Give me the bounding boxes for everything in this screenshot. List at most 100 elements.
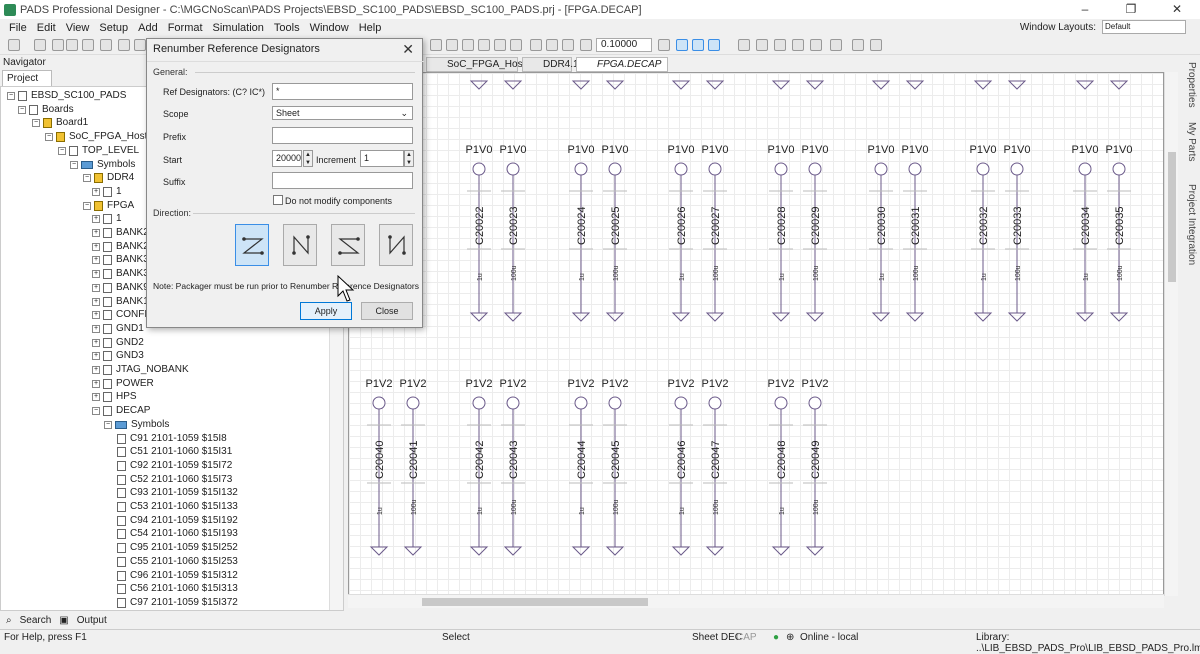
- toolbar-button[interactable]: [708, 39, 720, 51]
- toolbar-button[interactable]: [118, 39, 130, 51]
- tree-item[interactable]: + BANK3_: [92, 253, 154, 267]
- project-integration-tab[interactable]: Project Integration: [1186, 184, 1197, 265]
- expand-icon[interactable]: +: [92, 229, 100, 237]
- toolbar-button[interactable]: [756, 39, 768, 51]
- toolbar-button[interactable]: [580, 39, 592, 51]
- tree-item[interactable]: +1: [92, 212, 122, 226]
- tree-item[interactable]: − FPGA: [83, 199, 134, 213]
- menu-format[interactable]: Format: [168, 22, 203, 34]
- capacitor-symbol[interactable]: P1V0 C20029 100u: [802, 144, 829, 322]
- tree-item[interactable]: C56 2101-1060 $15I313: [117, 582, 238, 596]
- tree-item[interactable]: C93 2101-1059 $15I132: [117, 486, 238, 500]
- increment-input[interactable]: 1: [360, 150, 404, 167]
- scroll-thumb[interactable]: [422, 598, 648, 606]
- prefix-input[interactable]: [272, 127, 413, 144]
- schematic-canvas[interactable]: P1V0 C20022 1u P1V0 C20023 100u P1V0 C20024 1u P1…: [348, 72, 1164, 596]
- capacitor-symbol[interactable]: P1V0 C20026 1u: [668, 144, 695, 322]
- tree-item[interactable]: C55 2101-1060 $15I253: [117, 555, 238, 569]
- tree-item[interactable]: C96 2101-1059 $15I312: [117, 569, 238, 583]
- capacitor-symbol[interactable]: P1V2 C20040 1u: [366, 378, 393, 556]
- menu-file[interactable]: File: [9, 22, 27, 34]
- capacitor-symbol[interactable]: P1V2 C20041 100u: [400, 378, 427, 556]
- properties-tab[interactable]: Properties: [1186, 62, 1197, 108]
- menu-setup[interactable]: Setup: [99, 22, 128, 34]
- tab-project[interactable]: Project: [2, 70, 52, 86]
- tree-item[interactable]: − Board1: [32, 116, 88, 130]
- tree-item[interactable]: + JTAG_NOBANK: [92, 363, 189, 377]
- scope-select[interactable]: Sheet ⌄: [272, 106, 413, 120]
- maximize-button[interactable]: ❐: [1108, 0, 1154, 19]
- collapse-icon[interactable]: −: [58, 146, 66, 155]
- output-tab[interactable]: Output: [77, 615, 107, 626]
- capacitor-symbol[interactable]: P1V0 C20022 1u: [466, 144, 493, 322]
- capacitor-symbol[interactable]: P1V2 C20045 100u: [602, 378, 629, 556]
- toolbar-button[interactable]: [462, 39, 474, 51]
- collapse-icon[interactable]: −: [7, 92, 15, 100]
- capacitor-symbol[interactable]: P1V2 C20047 100u: [702, 378, 729, 556]
- tree-item[interactable]: C97 2101-1059 $15I372: [117, 596, 238, 610]
- increment-spinner[interactable]: ▲ ▼: [404, 150, 414, 167]
- expand-icon[interactable]: +: [92, 283, 100, 292]
- tree-item[interactable]: + HPS: [92, 390, 137, 404]
- capacitor-symbol[interactable]: P1V0 C20031 100u: [902, 144, 929, 322]
- capacitor-symbol[interactable]: P1V0 C20024 1u: [568, 144, 595, 322]
- minimize-button[interactable]: –: [1062, 0, 1108, 19]
- tree-item[interactable]: + BANK3_: [92, 267, 154, 281]
- toolbar-button[interactable]: [34, 39, 46, 51]
- window-layouts-select[interactable]: Default: [1102, 20, 1186, 34]
- capacitor-symbol[interactable]: P1V0 C20023 100u: [500, 144, 527, 322]
- expand-icon[interactable]: +: [92, 352, 100, 361]
- tree-item[interactable]: C51 2101-1060 $15I31: [117, 445, 232, 459]
- toolbar-button[interactable]: [774, 39, 786, 51]
- tree-item[interactable]: C94 2101-1059 $15I192: [117, 514, 238, 528]
- tree-item[interactable]: + BANK2_: [92, 240, 154, 254]
- tree-item[interactable]: + BANK9: [92, 281, 149, 295]
- toolbar-button[interactable]: [830, 39, 842, 51]
- capacitor-symbol[interactable]: P1V0 C20028 1u: [768, 144, 795, 322]
- menu-add[interactable]: Add: [138, 22, 158, 34]
- capacitor-symbol[interactable]: P1V0 C20034 1u: [1072, 144, 1099, 322]
- capacitor-symbol[interactable]: P1V0 C20030 1u: [868, 144, 895, 322]
- toolbar-button[interactable]: [738, 39, 750, 51]
- toolbar-button[interactable]: [100, 39, 112, 51]
- capacitor-symbol[interactable]: P1V2 C20043 100u: [500, 378, 527, 556]
- toolbar-button[interactable]: [562, 39, 574, 51]
- expand-icon[interactable]: +: [92, 215, 100, 224]
- tree-item[interactable]: + GND3: [92, 349, 144, 363]
- expand-icon[interactable]: +: [92, 311, 100, 320]
- toolbar-button[interactable]: [658, 39, 670, 51]
- toolbar-button[interactable]: [478, 39, 490, 51]
- tree-item[interactable]: + GND1: [92, 322, 144, 336]
- expand-icon[interactable]: +: [92, 366, 100, 374]
- capacitor-symbol[interactable]: P1V0 C20027 100u: [702, 144, 729, 322]
- toolbar-button[interactable]: [66, 39, 78, 51]
- menu-tools[interactable]: Tools: [274, 22, 300, 34]
- collapse-icon[interactable]: −: [18, 105, 26, 114]
- toolbar-button[interactable]: [810, 39, 822, 51]
- menu-help[interactable]: Help: [359, 22, 382, 34]
- tree-item[interactable]: − SoC_FPGA_Host: [45, 130, 147, 144]
- tree-item[interactable]: + POWER: [92, 377, 154, 391]
- toolbar-button[interactable]: [52, 39, 64, 51]
- capacitor-symbol[interactable]: P1V2 C20046 1u: [668, 378, 695, 556]
- toolbar-button[interactable]: [852, 39, 864, 51]
- expand-icon[interactable]: +: [92, 187, 100, 196]
- tree-item[interactable]: C54 2101-1060 $15I193: [117, 527, 238, 541]
- zoom-input[interactable]: 0.10000: [596, 38, 652, 52]
- expand-icon[interactable]: +: [92, 393, 100, 402]
- collapse-icon[interactable]: −: [92, 407, 100, 416]
- tab-ddr4[interactable]: DDR4.1: [522, 57, 579, 72]
- close-button[interactable]: Close: [361, 302, 413, 320]
- tree-item[interactable]: − TOP_LEVEL: [58, 144, 139, 158]
- capacitor-symbol[interactable]: P1V0 C20032 1u: [970, 144, 997, 322]
- expand-icon[interactable]: +: [92, 379, 100, 388]
- direction-reverse-n-button[interactable]: [379, 224, 413, 266]
- ref-designators-input[interactable]: *: [272, 83, 413, 100]
- collapse-icon[interactable]: −: [104, 420, 112, 429]
- collapse-icon[interactable]: −: [45, 133, 53, 142]
- tree-item[interactable]: C53 2101-1060 $15I133: [117, 500, 238, 514]
- expand-icon[interactable]: +: [92, 270, 100, 279]
- expand-icon[interactable]: +: [92, 297, 100, 306]
- toolbar-button[interactable]: [430, 39, 442, 51]
- capacitor-symbol[interactable]: P1V2 C20042 1u: [466, 378, 493, 556]
